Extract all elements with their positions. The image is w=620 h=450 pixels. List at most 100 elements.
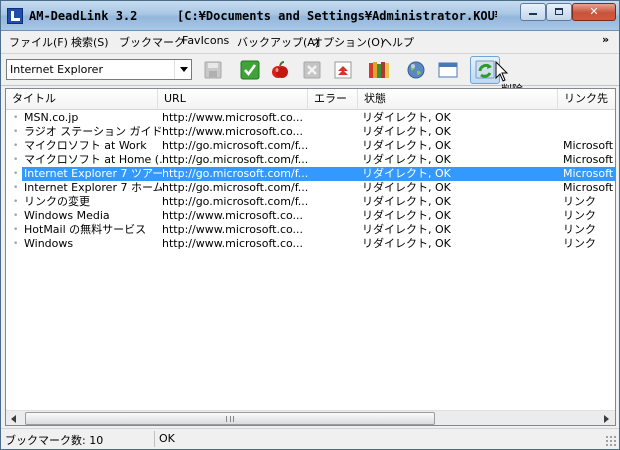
window-file-path: [C:¥Documents and Settings¥Administrator… — [177, 9, 497, 23]
bookmark-bullet-icon: • — [13, 127, 19, 137]
status-message: OK — [159, 432, 175, 445]
menu-search[interactable]: 検索(S) — [71, 34, 109, 50]
horizontal-scrollbar[interactable] — [6, 410, 615, 425]
row-url: http://www.microsoft.co... — [162, 237, 304, 250]
grip-icon — [226, 416, 234, 422]
row-link: リンク — [563, 223, 596, 236]
row-url: http://go.microsoft.com/f... — [162, 153, 309, 166]
row-link: Microsoft の — [563, 181, 615, 194]
view-window-button[interactable] — [437, 59, 459, 81]
row-title: HotMail の無料サービス — [24, 223, 147, 236]
chevron-down-icon[interactable] — [174, 60, 191, 79]
bad-apple-button[interactable] — [269, 59, 291, 81]
row-status: リダイレクト, OK — [362, 111, 451, 124]
menu-bar: ファイル(F) 検索(S) ブックマーク FavIcons バックアップ(A) … — [1, 31, 619, 51]
close-icon: ✕ — [589, 5, 599, 18]
status-bar: ブックマーク数: 10 OK — [1, 428, 619, 449]
bookmarks-button[interactable] — [367, 59, 389, 81]
menu-bookmarks[interactable]: ブックマーク — [119, 34, 185, 50]
row-status: リダイレクト, OK — [362, 167, 451, 180]
scroll-right-arrow-icon[interactable] — [599, 412, 614, 425]
row-title: ラジオ ステーション ガイド — [24, 125, 162, 138]
table-row[interactable]: • Windows Media http://www.microsoft.co.… — [6, 209, 615, 223]
stop-button[interactable] — [301, 59, 323, 81]
table-row[interactable]: • Windows http://www.microsoft.co... リダイ… — [6, 237, 615, 251]
column-url[interactable]: URL — [158, 89, 308, 110]
row-status: リダイレクト, OK — [362, 125, 451, 138]
scroll-left-arrow-icon[interactable] — [7, 412, 22, 425]
row-url: http://go.microsoft.com/f... — [162, 181, 309, 194]
row-status: リダイレクト, OK — [362, 181, 451, 194]
table-row-selected[interactable]: • Internet Explorer 7 ツアー http://go.micr… — [6, 167, 615, 181]
row-url: http://www.microsoft.co... — [162, 223, 304, 236]
row-title: リンクの変更 — [24, 195, 90, 208]
row-url: http://www.microsoft.co... — [162, 111, 304, 124]
list-header: タイトル URL エラー 状態 リンク先 — [6, 89, 615, 110]
table-row[interactable]: • MSN.co.jp http://www.microsoft.co... リ… — [6, 111, 615, 125]
table-row[interactable]: • リンクの変更 http://go.microsoft.com/f... リダ… — [6, 195, 615, 209]
menu-help[interactable]: ヘルプ — [381, 34, 414, 50]
row-link: リンク — [563, 209, 596, 222]
window-title: AM-DeadLink 3.2 — [29, 9, 138, 23]
column-title[interactable]: タイトル — [6, 89, 158, 110]
table-row[interactable]: • Internet Explorer 7 ホーム http://go.micr… — [6, 181, 615, 195]
menu-file[interactable]: ファイル(F) — [9, 34, 68, 50]
row-status: リダイレクト, OK — [362, 139, 451, 152]
resize-grip-icon[interactable] — [605, 435, 616, 446]
row-url: http://www.microsoft.co... — [162, 125, 304, 138]
menu-overflow-chevron[interactable]: » — [602, 33, 609, 46]
arrow-up-icon — [334, 61, 352, 79]
menu-favicons[interactable]: FavIcons — [182, 34, 229, 47]
table-row[interactable]: • HotMail の無料サービス http://www.microsoft.c… — [6, 223, 615, 237]
app-logo-icon — [7, 8, 23, 24]
table-row[interactable]: • マイクロソフト at Work http://go.microsoft.co… — [6, 139, 615, 153]
check-links-button[interactable] — [239, 59, 261, 81]
bookmark-count: ブックマーク数: 10 — [5, 434, 104, 447]
bookmark-bullet-icon: • — [13, 113, 19, 123]
bookmark-bullet-icon: • — [13, 211, 19, 221]
close-button[interactable]: ✕ — [572, 3, 616, 21]
title-bar[interactable]: AM-DeadLink 3.2 [C:¥Documents and Settin… — [1, 1, 619, 31]
row-status: リダイレクト, OK — [362, 153, 451, 166]
cancel-x-icon — [303, 61, 321, 79]
row-status: リダイレクト, OK — [362, 237, 451, 250]
bookmark-bullet-icon: • — [13, 197, 19, 207]
maximize-icon — [555, 8, 563, 15]
browser-select[interactable]: Internet Explorer — [6, 59, 192, 80]
row-title: Windows Media — [24, 209, 110, 222]
row-title: Internet Explorer 7 ホーム — [24, 181, 162, 194]
row-link: Microsoft の — [563, 153, 615, 166]
row-status: リダイレクト, OK — [362, 195, 451, 208]
bookmark-bullet-icon: • — [13, 225, 19, 235]
maximize-button[interactable] — [546, 3, 572, 21]
row-link: リンク — [563, 237, 596, 250]
floppy-disk-icon — [204, 61, 222, 79]
status-divider — [154, 431, 155, 447]
row-title: マイクロソフト at Home (... — [24, 153, 162, 166]
row-link: Microsoft の — [563, 139, 615, 152]
scrollbar-thumb[interactable] — [25, 412, 435, 425]
row-status: リダイレクト, OK — [362, 209, 451, 222]
table-row[interactable]: • マイクロソフト at Home (... http://go.microso… — [6, 153, 615, 167]
row-link: Microsoft の — [563, 167, 615, 180]
menu-options[interactable]: オプション(O) — [312, 34, 384, 50]
minimize-icon — [529, 13, 537, 15]
column-link[interactable]: リンク先 — [558, 89, 615, 110]
minimize-button[interactable] — [520, 3, 546, 21]
browse-button[interactable] — [405, 59, 427, 81]
menu-backup[interactable]: バックアップ(A) — [237, 34, 319, 50]
move-up-button[interactable] — [332, 59, 354, 81]
row-title: Internet Explorer 7 ツアー — [24, 167, 162, 180]
bookmark-bullet-icon: • — [13, 155, 19, 165]
save-button[interactable] — [202, 59, 224, 81]
bookmark-list[interactable]: タイトル URL エラー 状態 リンク先 • MSN.co.jp http://… — [5, 88, 616, 426]
column-error[interactable]: エラー — [308, 89, 358, 110]
green-check-icon — [240, 60, 260, 80]
table-row[interactable]: • ラジオ ステーション ガイド http://www.microsoft.co… — [6, 125, 615, 139]
browser-select-value: Internet Explorer — [10, 63, 103, 76]
apple-icon — [272, 61, 288, 78]
row-status: リダイレクト, OK — [362, 223, 451, 236]
row-url: http://go.microsoft.com/f... — [162, 167, 309, 180]
mouse-cursor-icon — [495, 61, 509, 82]
column-status[interactable]: 状態 — [358, 89, 558, 110]
